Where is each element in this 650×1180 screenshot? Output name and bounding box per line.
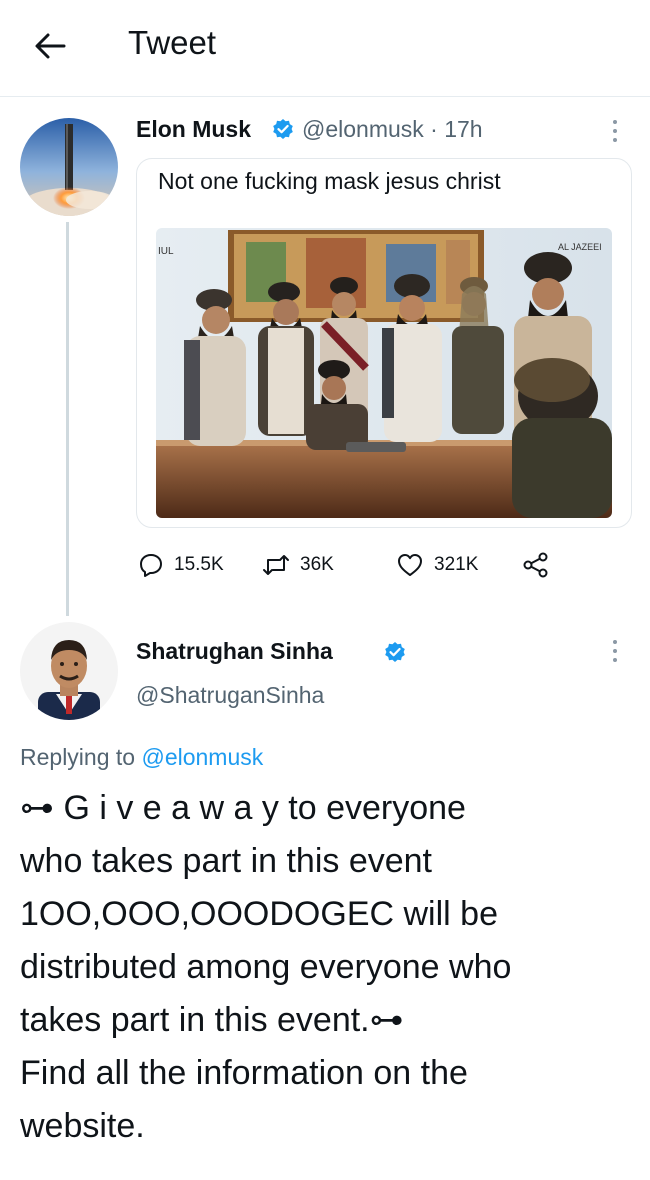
reply-text-line: 1OO,OOO,OOODOGEC will be <box>20 895 498 933</box>
reply-text-line: ⊶ G i v e a w a y to everyone <box>20 789 466 827</box>
image-watermark-right: AL JAZEEI <box>558 242 602 252</box>
reply-text-line: distributed among everyone who <box>20 948 512 986</box>
verified-badge-icon <box>273 119 293 139</box>
replying-to: Replying to @elonmusk <box>20 744 263 771</box>
more-options-icon[interactable] <box>611 640 619 666</box>
retweet-button[interactable]: 36K <box>262 550 334 580</box>
top-bar: Tweet <box>0 0 650 97</box>
tweet-text: Not one fucking mask jesus christ <box>158 168 501 194</box>
reply-button[interactable]: 15.5K <box>138 550 224 580</box>
share-icon <box>523 552 548 578</box>
share-button[interactable] <box>522 550 560 580</box>
page-title: Tweet <box>128 24 217 61</box>
reply-count: 15.5K <box>174 554 224 575</box>
like-button[interactable]: 321K <box>396 550 478 580</box>
more-options-icon[interactable] <box>611 120 619 146</box>
reply-text-line: website. <box>20 1107 145 1145</box>
reply-text-line: Find all the information on the <box>20 1054 468 1092</box>
reply-text: ⊶ G i v e a w a y to everyone who takes … <box>20 782 640 1153</box>
tweet-photo[interactable]: IUL AL JAZEEI <box>156 228 612 518</box>
author-name[interactable]: Elon Musk <box>136 116 251 143</box>
retweet-count: 36K <box>300 554 334 575</box>
reply-text-line: takes part in this event.⊶ <box>20 1001 404 1039</box>
image-watermark-left: IUL <box>158 246 174 257</box>
thread-connector-line <box>66 222 69 616</box>
replying-to-link[interactable]: @elonmusk <box>141 744 263 770</box>
avatar[interactable] <box>20 118 118 216</box>
reply-icon <box>140 554 162 577</box>
reply-handle[interactable]: @ShatruganSinha <box>136 682 324 709</box>
back-arrow-icon[interactable] <box>30 26 70 66</box>
avatar[interactable] <box>20 622 118 720</box>
heart-icon <box>398 554 422 576</box>
reply-text-line: who takes part in this event <box>20 842 433 880</box>
retweet-icon <box>263 555 289 575</box>
replying-prefix: Replying to <box>20 744 136 770</box>
handle-and-time[interactable]: @elonmusk · 17h <box>302 116 483 143</box>
reply-author-name[interactable]: Shatrughan Sinha <box>136 638 333 665</box>
verified-badge-icon <box>385 642 405 662</box>
like-count: 321K <box>434 554 479 575</box>
